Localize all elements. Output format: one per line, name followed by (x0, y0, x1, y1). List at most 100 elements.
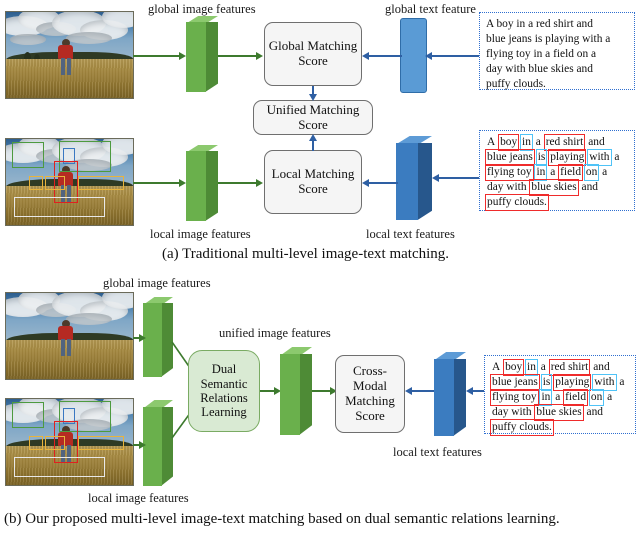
caption-token: a (550, 166, 556, 179)
arrow-text-prism-to-cross-modal (405, 387, 435, 395)
arrow-global-image-to-prism-b (133, 334, 147, 342)
caption-token: a (614, 151, 620, 164)
global-matching-score-box[interactable]: Global Matching Score (264, 22, 362, 86)
unified-image-feature-prism-b (280, 347, 312, 435)
global-image-photo-a (5, 11, 134, 99)
caption-token: and (586, 406, 603, 419)
arrow-local-image-to-prism-a (133, 179, 187, 187)
caption-token-highlight-red: flying toy (485, 164, 534, 182)
caption-line: blue jeans is playing with a (485, 149, 628, 167)
label-global-image-features-a: global image features (148, 2, 256, 16)
caption-token: A (492, 361, 501, 373)
caption-token-highlight-cyan: is (540, 374, 553, 392)
caption-token-highlight-cyan: on (583, 164, 600, 182)
caption-token-highlight-red: red shirt (548, 358, 591, 377)
caption-token-highlight-red: blue skies (529, 179, 579, 197)
caption-token-highlight-red: puffy clouds. (490, 419, 554, 437)
caption-a: (a) Traditional multi-level image-text m… (162, 246, 450, 262)
label-local-text-features-b: local text features (393, 445, 482, 459)
label-local-image-features-b: local image features (88, 491, 189, 505)
region-box-yellow (45, 436, 65, 450)
caption-token-highlight-red: blue skies (534, 404, 584, 422)
region-box-white (14, 197, 105, 217)
caption-line: puffy clouds. (485, 194, 628, 212)
caption-line: A boy in a red shirt and (486, 133, 628, 152)
local-image-photo-a (5, 138, 134, 226)
caption-token-highlight-cyan: in (525, 358, 538, 377)
arrow-prism-to-local-score-a (218, 179, 264, 187)
arrow-local-caption-to-prism-b (466, 387, 486, 395)
label-local-image-features-a: local image features (150, 227, 251, 241)
global-text-caption-box-a: A boy in a red shirt and blue jeans is p… (479, 12, 635, 90)
local-image-photo-b (5, 398, 134, 486)
caption-token-highlight-red: flying toy (490, 389, 539, 407)
caption-token-highlight-red: puffy clouds. (485, 194, 549, 212)
region-box-yellow (78, 436, 124, 450)
caption-token: and (588, 136, 605, 148)
caption-token-highlight-cyan: with (587, 149, 612, 167)
dual-semantic-relations-learning-box[interactable]: Dual Semantic Relations Learning (188, 350, 260, 432)
unified-matching-score-box[interactable]: Unified Matching Score (253, 100, 373, 135)
caption-token-highlight-cyan: in (539, 389, 553, 407)
caption-token: a (535, 136, 541, 148)
caption-token: day with (487, 181, 527, 194)
caption-b: (b) Our proposed multi-level image-text … (4, 511, 560, 527)
caption-token-highlight-red: red shirt (543, 133, 586, 152)
caption-line: day with blue skies and (491, 404, 629, 422)
local-text-caption-box-a: A boy in a red shirt and blue jeans is pl… (479, 130, 635, 212)
caption-line: A boy in a red shirt and (486, 18, 593, 30)
caption-token-highlight-red: field (558, 164, 584, 182)
caption-token-highlight-red: field (563, 389, 589, 407)
local-text-feature-prism-a (396, 136, 432, 220)
caption-token: a (607, 391, 613, 404)
label-global-image-features-b: global image features (103, 276, 211, 290)
arrow-global-to-unified (309, 86, 317, 102)
label-local-text-features-a: local text features (366, 227, 455, 241)
caption-line: puffy clouds. (486, 78, 546, 91)
caption-line: flying toy in a field on a (486, 48, 597, 61)
caption-token-highlight-cyan: with (592, 374, 617, 392)
caption-token-highlight-red: boy (498, 133, 520, 152)
cross-modal-matching-score-box[interactable]: Cross- Modal Matching Score (335, 355, 405, 433)
arrow-local-caption-to-prism-a (432, 174, 480, 182)
local-image-feature-prism-a (186, 145, 218, 221)
region-box-green (12, 142, 44, 168)
caption-token: a (540, 361, 546, 373)
caption-line: day with blue skies and (486, 63, 593, 76)
local-text-feature-prism-b (434, 352, 466, 436)
local-matching-score-box[interactable]: Local Matching Score (264, 150, 362, 214)
region-box-yellow (45, 176, 65, 190)
arrow-local-image-to-prism-b (133, 441, 147, 449)
arrow-slab-to-global-score (362, 52, 402, 60)
caption-token-highlight-cyan: on (588, 389, 605, 407)
caption-token-highlight-cyan: is (535, 149, 548, 167)
caption-token-highlight-red: playing (548, 149, 587, 167)
global-image-feature-prism-a (186, 16, 218, 92)
caption-token: a (619, 376, 625, 389)
local-image-feature-prism-b (143, 400, 173, 486)
region-box-green (12, 402, 44, 428)
caption-line: puffy clouds. (490, 419, 629, 437)
caption-token-highlight-cyan: in (520, 133, 533, 152)
caption-token-highlight-red: boy (503, 358, 525, 377)
global-image-photo-b (5, 292, 134, 380)
arrow-local-to-unified (309, 134, 317, 151)
caption-line: flying toy in a field on a (490, 389, 629, 407)
region-box-yellow (78, 176, 124, 190)
caption-token: a (602, 166, 608, 179)
caption-line: day with blue skies and (486, 179, 628, 197)
global-text-feature-prism-a (400, 18, 427, 93)
region-box-yellow (29, 436, 43, 450)
label-unified-image-features-b: unified image features (219, 326, 331, 340)
caption-token: a (555, 391, 561, 404)
caption-token-highlight-cyan: in (534, 164, 548, 182)
caption-line: blue jeans is playing with a (490, 374, 629, 392)
caption-token: A (487, 136, 496, 148)
arrow-dsrl-to-unified-prism (260, 387, 282, 395)
caption-token: day with (492, 406, 532, 419)
caption-token: and (581, 181, 598, 194)
arrow-global-caption-to-slab (425, 52, 481, 60)
caption-line: A boy in a red shirt and (491, 358, 629, 377)
caption-token: and (593, 361, 610, 373)
arrow-global-image-to-prism-a (133, 52, 187, 60)
